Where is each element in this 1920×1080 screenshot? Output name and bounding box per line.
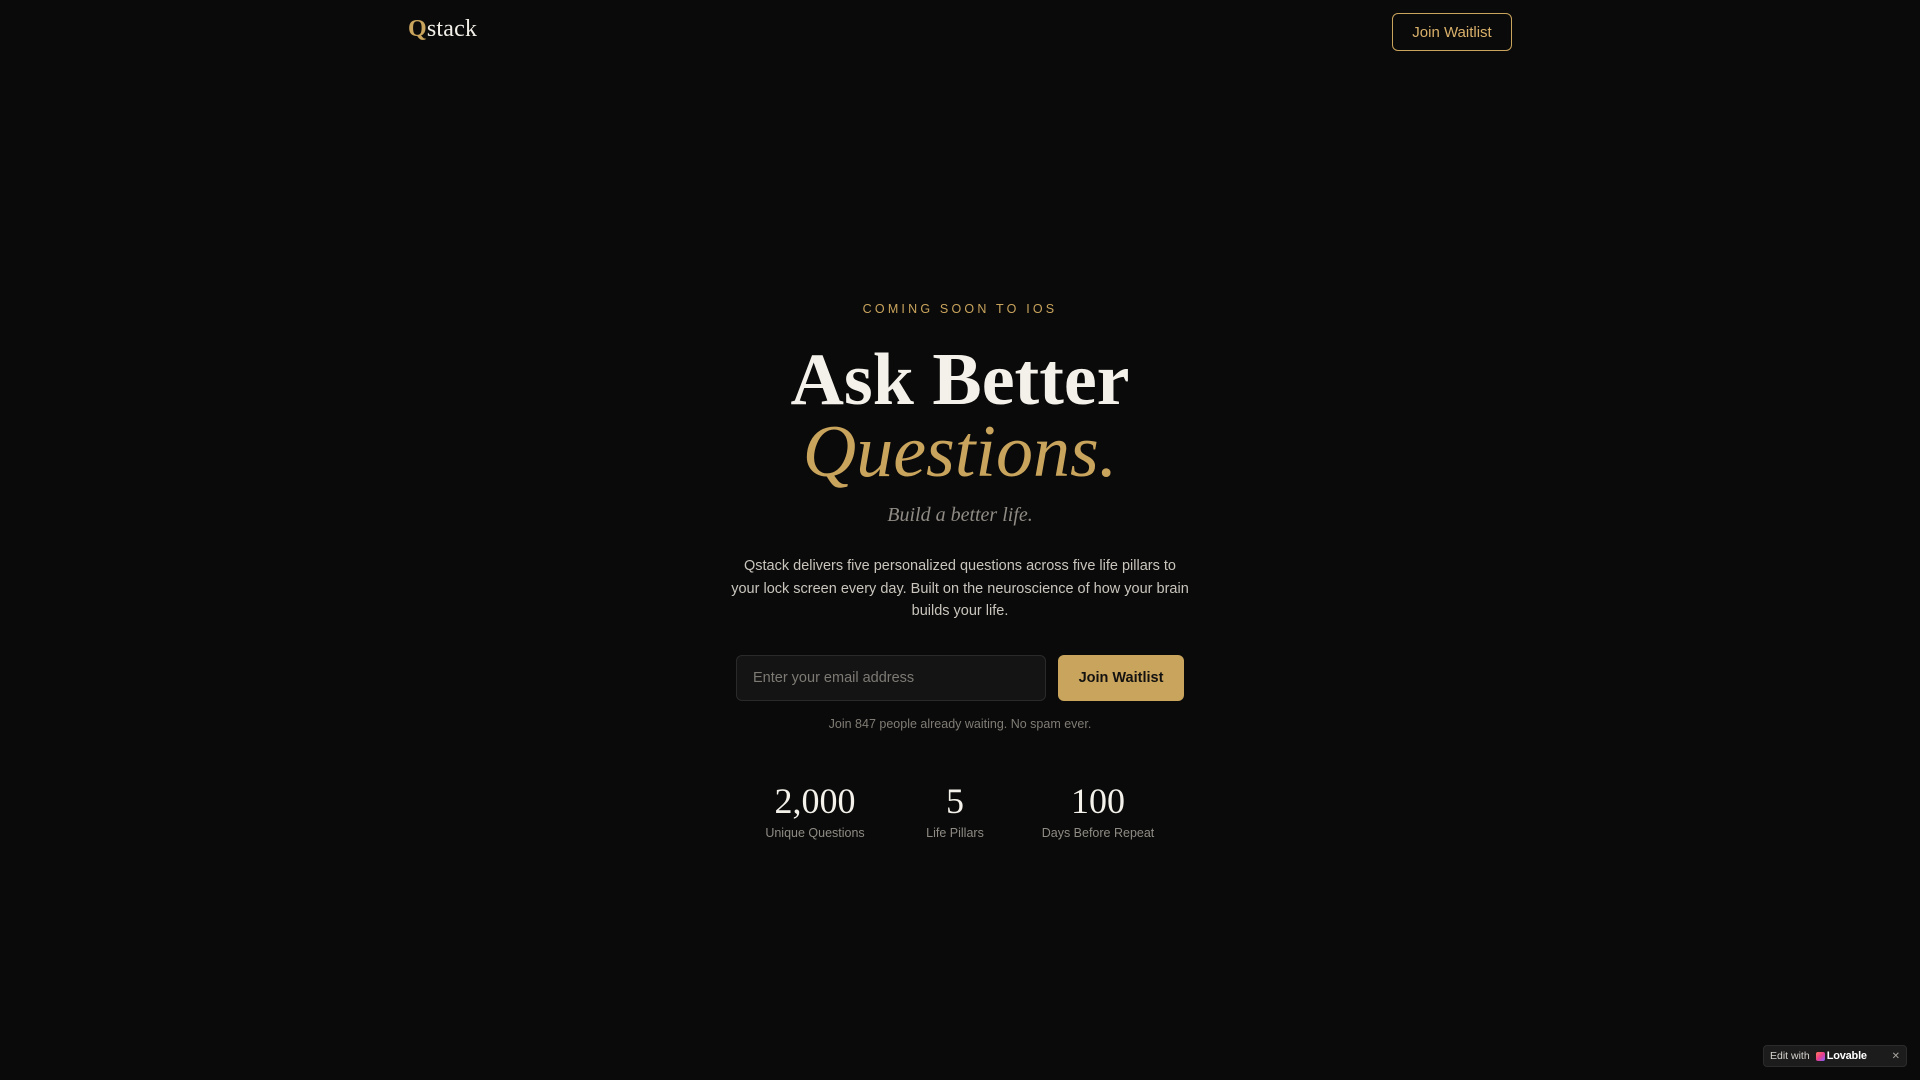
badge-prefix: Edit with — [1770, 1050, 1810, 1062]
landing-page: Qstack Join Waitlist COMING SOON TO IOS … — [0, 0, 1920, 1080]
stat-label: Unique Questions — [765, 826, 865, 840]
stat-value: 100 — [1071, 781, 1125, 821]
stat-label: Days Before Repeat — [1041, 826, 1155, 840]
site-header: Qstack Join Waitlist — [0, 0, 1920, 64]
close-icon[interactable]: ✕ — [1892, 1051, 1900, 1062]
stat-life-pillars: 5 Life Pillars — [900, 778, 1010, 840]
edit-with-lovable-badge[interactable]: Edit with Lovable ✕ — [1763, 1045, 1907, 1067]
stat-days-before-repeat: 100 Days Before Repeat — [1033, 778, 1163, 840]
hero-title-line2: Questions. — [802, 411, 1118, 493]
badge-brand: Lovable — [1826, 1050, 1867, 1062]
stat-label: Life Pillars — [926, 826, 984, 840]
stat-value: 5 — [946, 781, 964, 821]
hero-description: Qstack delivers five personalized questi… — [731, 558, 1189, 619]
hero-title-line1: Ask Better — [790, 339, 1130, 421]
logo[interactable]: Qstack — [408, 16, 477, 43]
lovable-heart-icon — [1815, 1051, 1825, 1061]
stat-unique-questions: 2,000 Unique Questions — [755, 778, 875, 840]
hero-subtitle: Build a better life. — [887, 504, 1033, 526]
header-join-waitlist-button[interactable]: Join Waitlist — [1392, 13, 1512, 51]
logo-text: stack — [426, 16, 478, 42]
email-input[interactable] — [736, 655, 1046, 701]
logo-initial: Q — [408, 16, 427, 42]
join-waitlist-submit-button[interactable]: Join Waitlist — [1058, 655, 1184, 701]
eyebrow-text: COMING SOON TO IOS — [862, 302, 1058, 316]
waitlist-note: Join 847 people already waiting. No spam… — [828, 717, 1092, 731]
stat-value: 2,000 — [774, 781, 856, 821]
